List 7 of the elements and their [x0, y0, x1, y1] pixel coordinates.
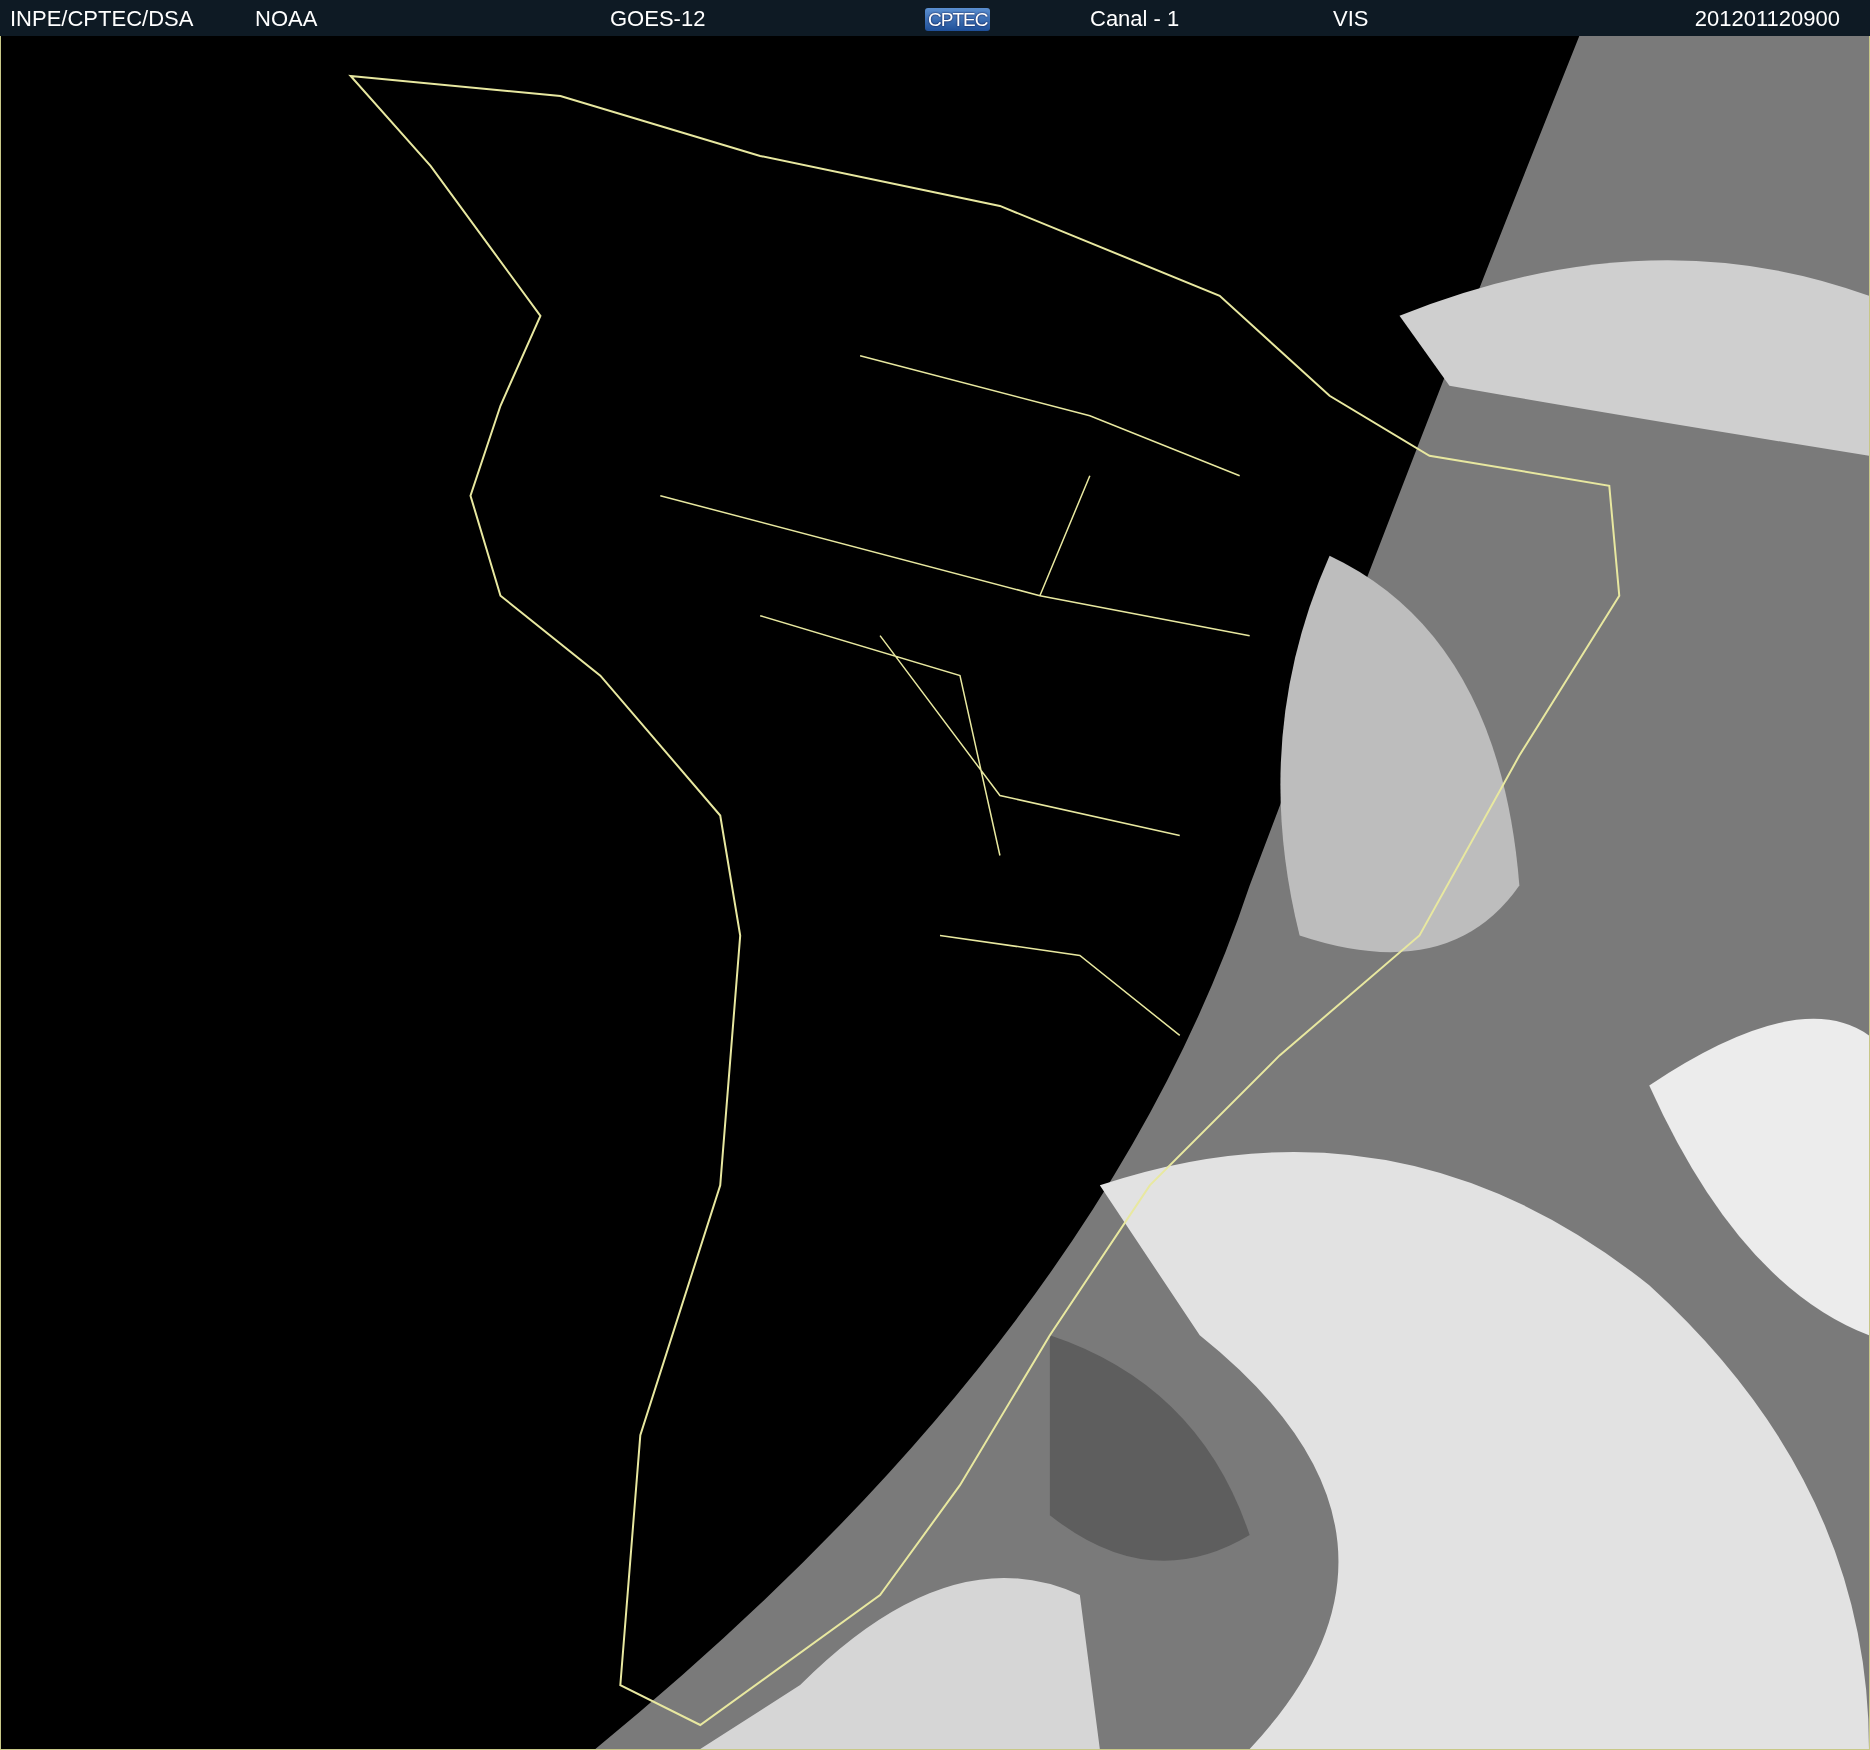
logo: CPTEC — [925, 7, 991, 31]
agency-label: NOAA — [255, 4, 319, 33]
satellite-label: GOES-12 — [610, 4, 707, 33]
channel-label: Canal - 1 — [1090, 4, 1181, 33]
timestamp-label: 201201120900 — [1694, 4, 1840, 33]
source-label: INPE/CPTEC/DSA — [10, 4, 195, 33]
band-label: VIS — [1333, 4, 1370, 33]
